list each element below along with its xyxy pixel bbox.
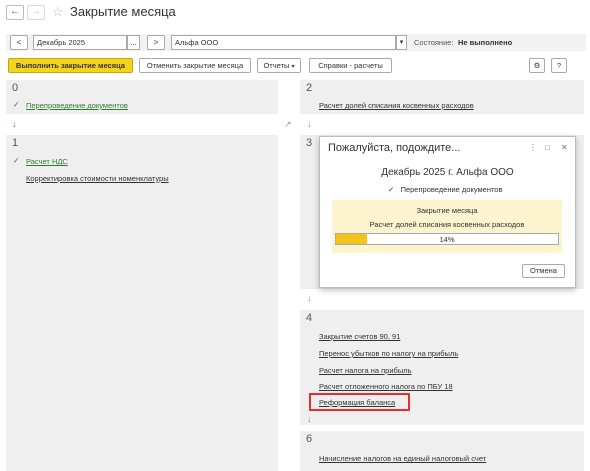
help-calculations-button[interactable]: Справки - расчеты	[309, 58, 392, 73]
stage-number: 1	[12, 137, 19, 149]
stage-number: 6	[306, 433, 313, 445]
step-deferred-tax-pbu18[interactable]: Расчет отложенного налога по ПБУ 18	[319, 382, 453, 391]
step-cost-adjustment[interactable]: Корректировка стоимости номенклатуры	[26, 174, 169, 183]
period-select-button[interactable]: ...	[127, 35, 140, 50]
settings-button[interactable]: ⚙	[529, 58, 545, 73]
progress-box-title: Закрытие месяца	[416, 206, 478, 215]
arrow-down-icon: ↓	[307, 119, 312, 129]
stage-number: 4	[306, 312, 313, 324]
step-indirect-costs-shares[interactable]: Расчет долей списания косвенных расходов	[319, 101, 474, 110]
progress-box-subtitle: Расчет долей списания косвенных расходов	[369, 220, 525, 229]
step-unified-tax-account[interactable]: Начисление налогов на единый налоговый с…	[319, 454, 486, 463]
close-icon[interactable]: ✕	[561, 143, 568, 152]
organization-field[interactable]: Альфа ООО	[171, 35, 396, 50]
stage-0-panel: 0 ✓ Перепроведение документов	[6, 80, 278, 114]
chevron-down-icon: ▾	[399, 39, 404, 46]
check-icon: ✓	[13, 100, 20, 109]
arrow-right-icon: →	[31, 6, 41, 17]
stage-number: 2	[306, 82, 313, 94]
progress-box: Закрытие месяца Расчет долей списания ко…	[332, 200, 562, 253]
progress-bar: 14%	[335, 233, 559, 245]
next-period-button[interactable]: >	[147, 35, 165, 50]
arrow-left-icon: ←	[10, 6, 20, 17]
check-icon: ✓	[388, 185, 395, 194]
highlight-box	[309, 393, 410, 411]
organization-dropdown-button[interactable]: ▾	[396, 35, 407, 50]
state-value: Не выполнено	[458, 38, 513, 47]
progress-dialog: Пожалуйста, подождите... ⋮ □ ✕ Декабрь 2…	[319, 136, 576, 288]
question-icon: ?	[556, 61, 562, 70]
dialog-title: Пожалуйста, подождите...	[328, 142, 461, 154]
done-step-label: Перепроведение документов	[400, 185, 503, 194]
stage-number: 3	[306, 137, 313, 149]
step-profit-tax[interactable]: Расчет налога на прибыль	[319, 366, 412, 375]
done-step: ✓ Перепроведение документов	[388, 185, 502, 194]
step-transfer-losses[interactable]: Перенос убытков по налогу на прибыль	[319, 349, 458, 358]
prev-period-button[interactable]: <	[10, 35, 28, 50]
help-button[interactable]: ?	[551, 58, 567, 73]
dialog-subtitle: Декабрь 2025 г. Альфа ООО	[381, 167, 514, 178]
stage-1-panel: 1 ✓ Расчет НДС Корректировка стоимости н…	[6, 135, 278, 471]
forward-button[interactable]: →	[27, 5, 45, 20]
dialog-cancel-button[interactable]: Отмена	[522, 264, 565, 278]
arrow-down-icon: ↓	[12, 119, 17, 129]
favorite-star-icon[interactable]: ☆	[52, 5, 64, 19]
step-close-accounts-90-91[interactable]: Закрытие счетов 90, 91	[319, 332, 400, 341]
check-icon: ✓	[13, 156, 20, 165]
stage-2-panel: 2 Расчет долей списания косвенных расход…	[300, 80, 584, 114]
maximize-icon[interactable]: □	[545, 143, 550, 152]
more-menu-icon[interactable]: ⋮	[529, 143, 537, 152]
state-label: Состояние:	[414, 38, 454, 47]
cancel-close-month-button[interactable]: Отменить закрытие месяца	[139, 58, 251, 73]
arrow-down-icon: ↓	[307, 414, 312, 424]
reports-button[interactable]: Отчеты ▾	[257, 58, 301, 73]
run-close-month-button[interactable]: Выполнить закрытие месяца	[8, 58, 133, 73]
reports-label: Отчеты	[263, 61, 290, 70]
back-button[interactable]: ←	[6, 5, 24, 20]
stage-6-panel: 6 Начисление налогов на единый налоговый…	[300, 431, 584, 471]
period-field[interactable]: Декабрь 2025	[33, 35, 127, 50]
arrow-down-icon: ↓	[307, 293, 312, 303]
step-reprocess-documents[interactable]: Перепроведение документов	[26, 101, 128, 110]
progress-text: 14%	[439, 235, 455, 244]
stage-number: 0	[12, 82, 19, 94]
step-vat-calculation[interactable]: Расчет НДС	[26, 157, 68, 166]
chevron-down-icon: ▾	[291, 64, 295, 70]
gear-icon: ⚙	[533, 61, 541, 70]
arrow-diagonal-icon: ↗	[284, 119, 292, 129]
page-title: Закрытие месяца	[70, 4, 176, 19]
